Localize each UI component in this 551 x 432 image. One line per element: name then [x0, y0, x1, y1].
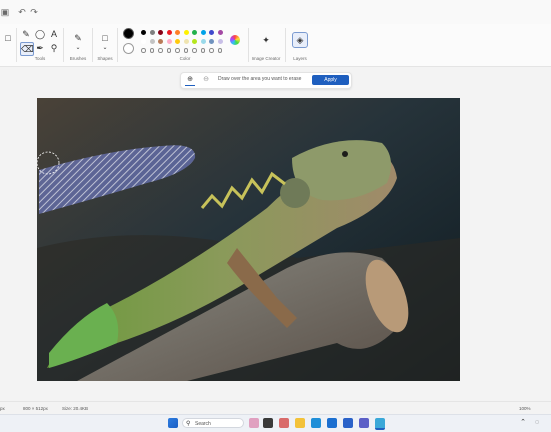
custom-color-slot[interactable]: [209, 48, 214, 53]
layers-icon[interactable]: ◈: [292, 32, 308, 48]
remove-area-icon[interactable]: ⊖: [201, 75, 211, 85]
teams-icon[interactable]: [359, 418, 369, 428]
palette-swatch[interactable]: [166, 39, 172, 44]
palette-swatch[interactable]: [141, 30, 146, 35]
custom-color-slot[interactable]: [149, 48, 154, 53]
palette-swatch[interactable]: [158, 30, 163, 35]
title-bar: ▣ ↶ ↷: [0, 0, 551, 24]
palette-swatch[interactable]: [209, 30, 214, 35]
palette-swatch[interactable]: [183, 30, 189, 35]
image-creator-label: Image Creator: [251, 56, 281, 61]
search-label: Search: [195, 421, 211, 427]
iguana-photo: [37, 98, 460, 381]
apply-button[interactable]: Apply: [312, 75, 349, 85]
palette-swatch[interactable]: [166, 30, 172, 35]
file-size: Size: 20.4KB: [62, 406, 89, 411]
custom-color-slot[interactable]: [175, 48, 180, 53]
magnifier-icon[interactable]: ⚲: [48, 42, 60, 54]
fill-icon[interactable]: ◯: [34, 28, 46, 40]
custom-color-slot[interactable]: [158, 48, 163, 53]
start-icon[interactable]: [168, 418, 178, 428]
chevron-up-icon[interactable]: ⌃: [518, 418, 528, 428]
wifi-icon[interactable]: ◌: [532, 418, 542, 428]
image-creator-icon[interactable]: ✦: [260, 34, 272, 46]
status-bar: px 800 × 512px Size: 20.4KB 100%: [0, 401, 551, 415]
photo-canvas[interactable]: [37, 98, 460, 381]
color-picker-icon[interactable]: ✒: [34, 42, 46, 54]
secondary-color-swatch[interactable]: [123, 43, 134, 54]
palette-swatch[interactable]: [149, 39, 155, 44]
color-label: Color: [179, 56, 191, 61]
copilot-icon[interactable]: [279, 418, 289, 428]
task-view-icon[interactable]: [263, 418, 273, 428]
tools-label: Tools: [34, 56, 46, 61]
custom-color-slot[interactable]: [200, 48, 205, 53]
ribbon: □ ✎ ◯ A ⌫ ✒ ⚲ Tools ✎ ⌄ Brushes □ ⌄ Shap…: [0, 24, 551, 67]
palette-swatch[interactable]: [141, 39, 146, 44]
palette-swatch[interactable]: [183, 39, 189, 44]
custom-color-slot[interactable]: [183, 48, 188, 53]
brushes-chevron-down-icon[interactable]: ⌄: [72, 42, 84, 54]
paint-app-icon[interactable]: [375, 418, 385, 430]
edit-colors-icon[interactable]: [230, 35, 240, 45]
custom-color-slot[interactable]: [192, 48, 197, 53]
crop-icon[interactable]: □: [2, 32, 14, 44]
taskbar: ⚲ Search ⌃ ◌: [0, 414, 551, 432]
text-icon[interactable]: A: [48, 28, 60, 40]
palette-swatch[interactable]: [217, 30, 223, 35]
zoom-level[interactable]: 100%: [519, 406, 531, 411]
edge-icon[interactable]: [311, 418, 321, 428]
layers-label: Layers: [293, 56, 307, 61]
outlook-icon[interactable]: [343, 418, 353, 428]
widgets-icon[interactable]: [249, 418, 259, 428]
custom-color-slot[interactable]: [166, 48, 171, 53]
custom-color-slot[interactable]: [141, 48, 146, 53]
add-area-icon[interactable]: ⊕: [185, 75, 195, 86]
taskbar-search[interactable]: ⚲ Search: [182, 418, 244, 428]
file-explorer-icon[interactable]: [295, 418, 305, 428]
palette-swatch[interactable]: [175, 39, 180, 44]
erase-toolbar: ⊕ ⊖ Draw over the area you want to erase…: [180, 72, 352, 89]
redo-icon[interactable]: ↷: [29, 7, 39, 17]
palette-swatch[interactable]: [200, 39, 206, 44]
erase-hint: Draw over the area you want to erase: [218, 76, 302, 82]
palette-swatch[interactable]: [192, 39, 197, 44]
palette-swatch[interactable]: [175, 30, 180, 35]
palette-swatch[interactable]: [200, 30, 206, 35]
canvas-dimensions: 800 × 512px: [23, 406, 48, 411]
search-icon: ⚲: [186, 421, 191, 427]
palette-swatch[interactable]: [158, 39, 163, 44]
palette-swatch[interactable]: [149, 30, 155, 35]
undo-icon[interactable]: ↶: [17, 7, 27, 17]
shapes-label: Shapes: [97, 56, 113, 61]
palette-swatch[interactable]: [217, 39, 223, 44]
palette-swatch[interactable]: [192, 30, 197, 35]
store-icon[interactable]: [327, 418, 337, 428]
custom-color-slot[interactable]: [217, 48, 222, 53]
eraser-icon[interactable]: ⌫: [20, 42, 34, 56]
cursor-position: px: [0, 406, 5, 411]
palette-swatch[interactable]: [209, 39, 214, 44]
pencil-icon[interactable]: ✎: [20, 28, 32, 40]
shapes-chevron-down-icon[interactable]: ⌄: [99, 42, 111, 54]
primary-color-swatch[interactable]: [123, 28, 134, 39]
save-icon[interactable]: ▣: [0, 7, 10, 17]
